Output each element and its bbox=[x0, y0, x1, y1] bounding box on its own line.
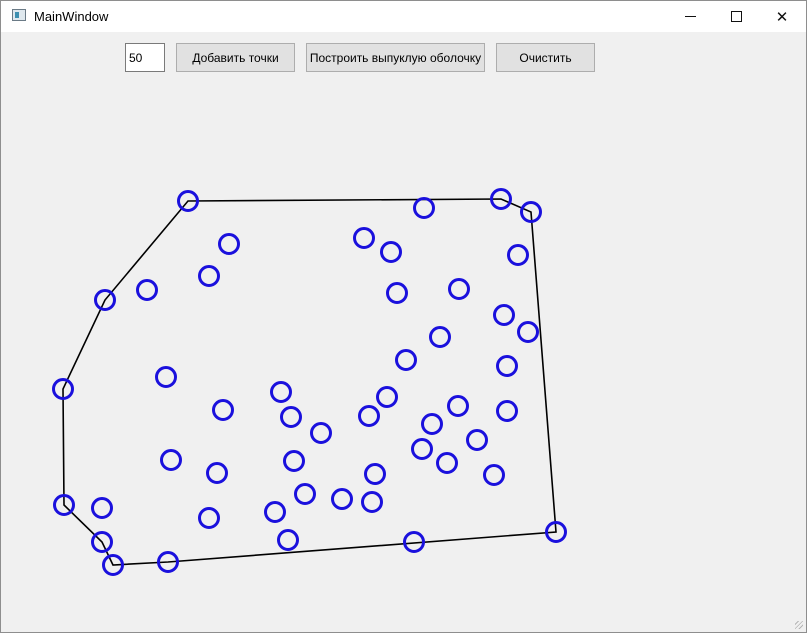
point-marker bbox=[466, 429, 488, 451]
point-marker bbox=[436, 452, 458, 474]
point-marker bbox=[358, 405, 380, 427]
convex-hull-polygon bbox=[62, 198, 557, 566]
point-marker bbox=[395, 349, 417, 371]
point-marker bbox=[160, 449, 182, 471]
drawing-canvas[interactable] bbox=[1, 1, 806, 632]
point-marker bbox=[483, 464, 505, 486]
point-marker bbox=[310, 422, 332, 444]
point-marker bbox=[429, 326, 451, 348]
point-marker bbox=[411, 438, 433, 460]
point-marker bbox=[206, 462, 228, 484]
point-marker bbox=[198, 265, 220, 287]
point-marker bbox=[507, 244, 529, 266]
point-marker bbox=[136, 279, 158, 301]
point-marker bbox=[361, 491, 383, 513]
point-marker bbox=[517, 321, 539, 343]
point-marker bbox=[264, 501, 286, 523]
point-marker bbox=[413, 197, 435, 219]
point-marker bbox=[198, 507, 220, 529]
point-marker bbox=[364, 463, 386, 485]
point-marker bbox=[496, 400, 518, 422]
point-marker bbox=[353, 227, 375, 249]
point-marker bbox=[447, 395, 469, 417]
point-marker bbox=[280, 406, 302, 428]
point-marker bbox=[376, 386, 398, 408]
point-marker bbox=[331, 488, 353, 510]
point-marker bbox=[421, 413, 443, 435]
point-marker bbox=[448, 278, 470, 300]
point-marker bbox=[283, 450, 305, 472]
point-marker bbox=[218, 233, 240, 255]
point-marker bbox=[212, 399, 234, 421]
main-window: MainWindow ✕ Добавить точки Построить вы… bbox=[0, 0, 807, 633]
point-marker bbox=[386, 282, 408, 304]
resize-grip-icon[interactable] bbox=[795, 621, 803, 629]
point-marker bbox=[493, 304, 515, 326]
point-marker bbox=[380, 241, 402, 263]
point-marker bbox=[270, 381, 292, 403]
point-marker bbox=[496, 355, 518, 377]
point-marker bbox=[277, 529, 299, 551]
point-marker bbox=[155, 366, 177, 388]
point-marker bbox=[294, 483, 316, 505]
point-marker bbox=[91, 497, 113, 519]
